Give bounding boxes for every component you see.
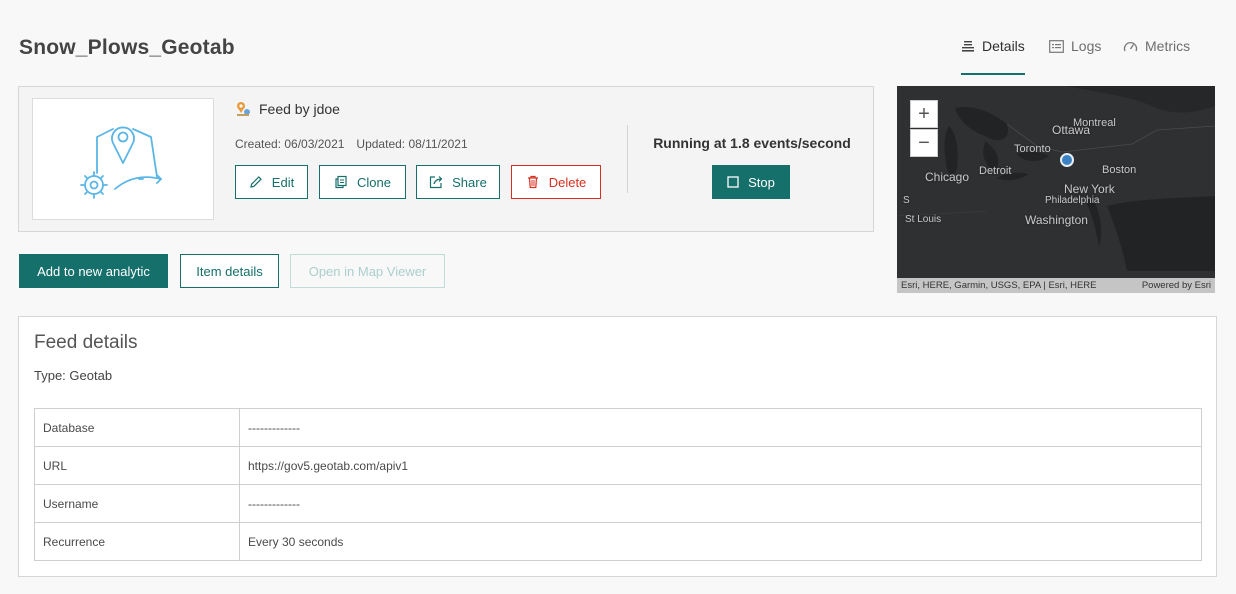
created-date: Created: 06/03/2021 — [235, 137, 345, 151]
zoom-out-button[interactable]: − — [910, 129, 938, 157]
row-value: ------------- — [239, 408, 1202, 447]
map-label-toronto: Toronto — [1014, 143, 1051, 155]
page-title: Snow_Plows_Geotab — [19, 36, 235, 59]
table-row: Username ------------- — [34, 484, 1202, 523]
feed-type: Type: Geotab — [34, 368, 113, 383]
powered-by-text[interactable]: Powered by Esri — [1142, 280, 1211, 291]
updated-date: Updated: 08/11/2021 — [356, 137, 468, 151]
map-attribution-text: Esri, HERE, Garmin, USGS, EPA | Esri, HE… — [901, 280, 1097, 291]
map-attribution: Esri, HERE, Garmin, USGS, EPA | Esri, HE… — [897, 278, 1215, 293]
share-icon — [430, 176, 443, 189]
feed-details-panel: Feed details Type: Geotab Database -----… — [18, 316, 1217, 577]
row-value: https://gov5.geotab.com/apiv1 — [239, 446, 1202, 485]
clone-icon — [335, 175, 347, 189]
feed-owner: Feed by jdoe — [235, 101, 340, 117]
feed-status: Running at 1.8 events/second — [653, 135, 851, 151]
map-label-boston: Boston — [1102, 164, 1137, 176]
map-label-philadelphia: Philadelphia — [1045, 195, 1100, 206]
metrics-icon — [1123, 41, 1138, 52]
feed-location-icon — [80, 126, 162, 199]
details-icon — [962, 41, 974, 52]
map-label-edge: S — [903, 195, 910, 206]
tab-details[interactable]: Details — [961, 38, 1025, 75]
share-label: Share — [452, 174, 487, 190]
table-row: Recurrence Every 30 seconds — [34, 522, 1202, 561]
tab-metrics[interactable]: Metrics — [1123, 38, 1190, 75]
clone-button[interactable]: Clone — [319, 165, 406, 199]
zoom-in-button[interactable]: + — [910, 100, 938, 128]
table-row: URL https://gov5.geotab.com/apiv1 — [34, 446, 1202, 485]
row-key: Recurrence — [34, 522, 240, 561]
edit-button[interactable]: Edit — [235, 165, 308, 199]
tab-metrics-label: Metrics — [1145, 38, 1191, 54]
map-location-marker[interactable] — [1060, 153, 1074, 167]
edit-label: Edit — [271, 174, 295, 190]
feed-card: Feed by jdoe Created: 06/03/2021 Updated… — [18, 86, 874, 232]
row-key: Username — [34, 484, 240, 523]
map-label-detroit: Detroit — [979, 165, 1012, 177]
map-label-washington: Washington — [1025, 213, 1088, 227]
clone-label: Clone — [357, 174, 391, 190]
delete-label: Delete — [548, 174, 587, 190]
item-details-button[interactable]: Item details — [180, 254, 279, 288]
map-view[interactable]: + − Ottawa Montreal Toronto Chicago Detr… — [897, 86, 1215, 293]
stop-button[interactable]: Stop — [712, 165, 790, 199]
feed-details-title: Feed details — [34, 332, 138, 353]
tab-logs[interactable]: Logs — [1049, 38, 1101, 75]
map-label-st-louis: St Louis — [905, 214, 942, 225]
tab-details-label: Details — [982, 38, 1025, 54]
feed-icon — [237, 102, 250, 116]
card-divider — [627, 125, 628, 193]
feed-details-table: Database ------------- URL https://gov5.… — [34, 408, 1202, 561]
map-label-new-york: New York — [1064, 182, 1115, 196]
trash-icon — [527, 175, 538, 189]
tab-logs-label: Logs — [1071, 38, 1102, 54]
table-row: Database ------------- — [34, 408, 1202, 447]
feed-owner-text: Feed by jdoe — [259, 101, 340, 117]
feed-dates: Created: 06/03/2021 Updated: 08/11/2021 — [235, 137, 468, 151]
logs-icon — [1049, 40, 1064, 53]
delete-button[interactable]: Delete — [511, 165, 601, 199]
row-key: Database — [34, 408, 240, 447]
stop-label: Stop — [748, 174, 775, 190]
map-label-chicago: Chicago — [925, 170, 970, 184]
map-label-montreal: Montreal — [1073, 117, 1116, 129]
row-value: Every 30 seconds — [239, 522, 1202, 561]
row-key: URL — [34, 446, 240, 485]
open-in-map-viewer-button[interactable]: Open in Map Viewer — [290, 254, 445, 288]
share-button[interactable]: Share — [416, 165, 500, 199]
feed-thumbnail — [32, 98, 214, 220]
pencil-icon — [250, 176, 262, 188]
add-to-new-analytic-button[interactable]: Add to new analytic — [19, 254, 168, 288]
map-basemap — [897, 86, 1215, 293]
stop-icon — [727, 176, 739, 188]
row-value: ------------- — [239, 484, 1202, 523]
